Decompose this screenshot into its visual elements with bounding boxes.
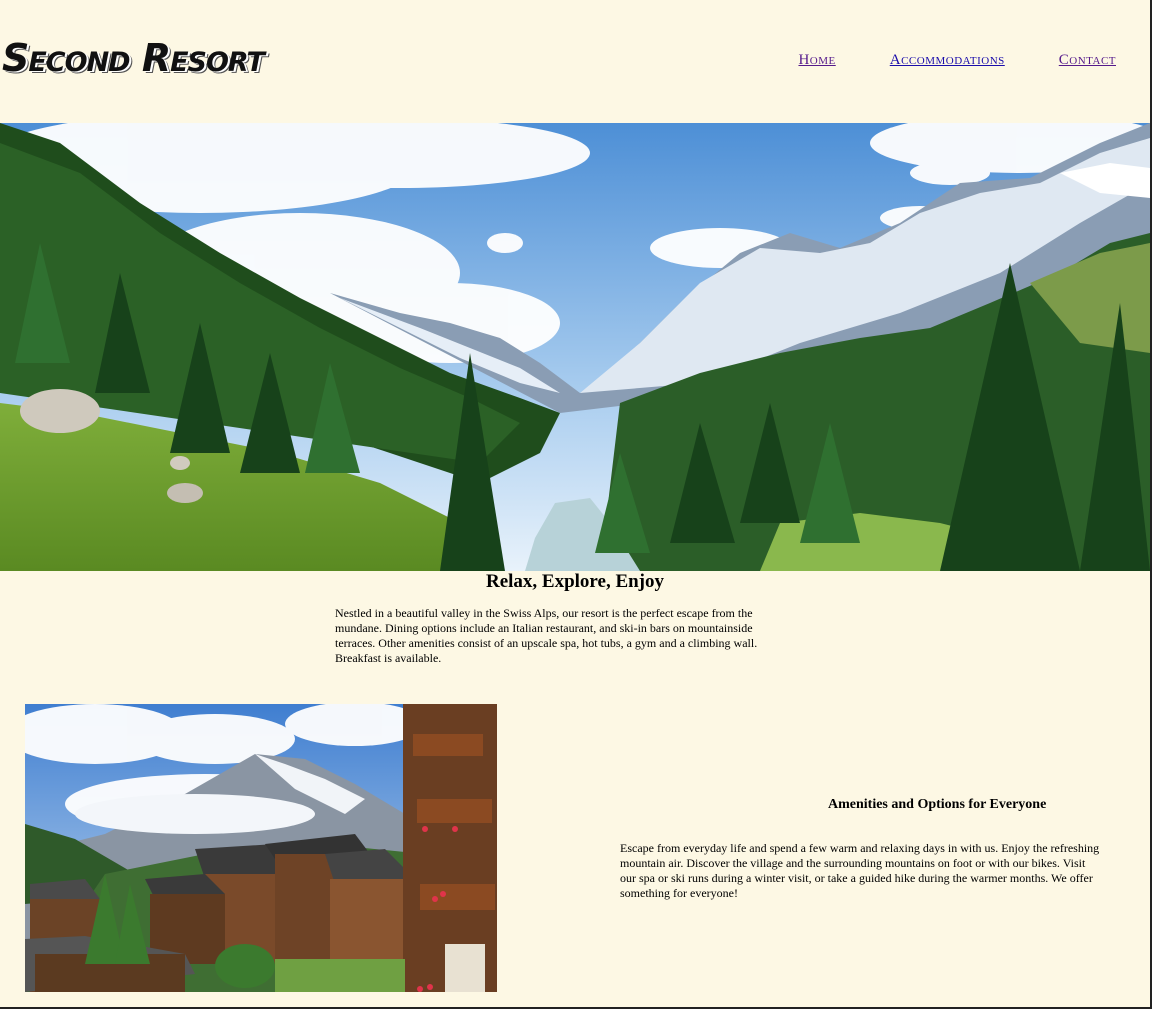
nav-home-link[interactable]: Home (798, 52, 835, 69)
nav-contact-link[interactable]: Contact (1059, 52, 1116, 69)
amenities-heading: Amenities and Options for Everyone (828, 797, 1047, 812)
intro-paragraph: Nestled in a beautiful valley in the Swi… (335, 606, 758, 665)
site-header: Second Resort Home Accommodations Contac… (0, 0, 1150, 123)
amenities-paragraph: Escape from everyday life and spend a fe… (620, 841, 1100, 900)
hero-mountain-valley-image (0, 123, 1150, 571)
site-logo[interactable]: Second Resort (2, 36, 265, 80)
alpine-village-image (25, 704, 497, 992)
intro-heading: Relax, Explore, Enjoy (485, 571, 665, 592)
main-nav: Home Accommodations Contact (798, 52, 1116, 69)
nav-accommodations-link[interactable]: Accommodations (890, 52, 1005, 69)
